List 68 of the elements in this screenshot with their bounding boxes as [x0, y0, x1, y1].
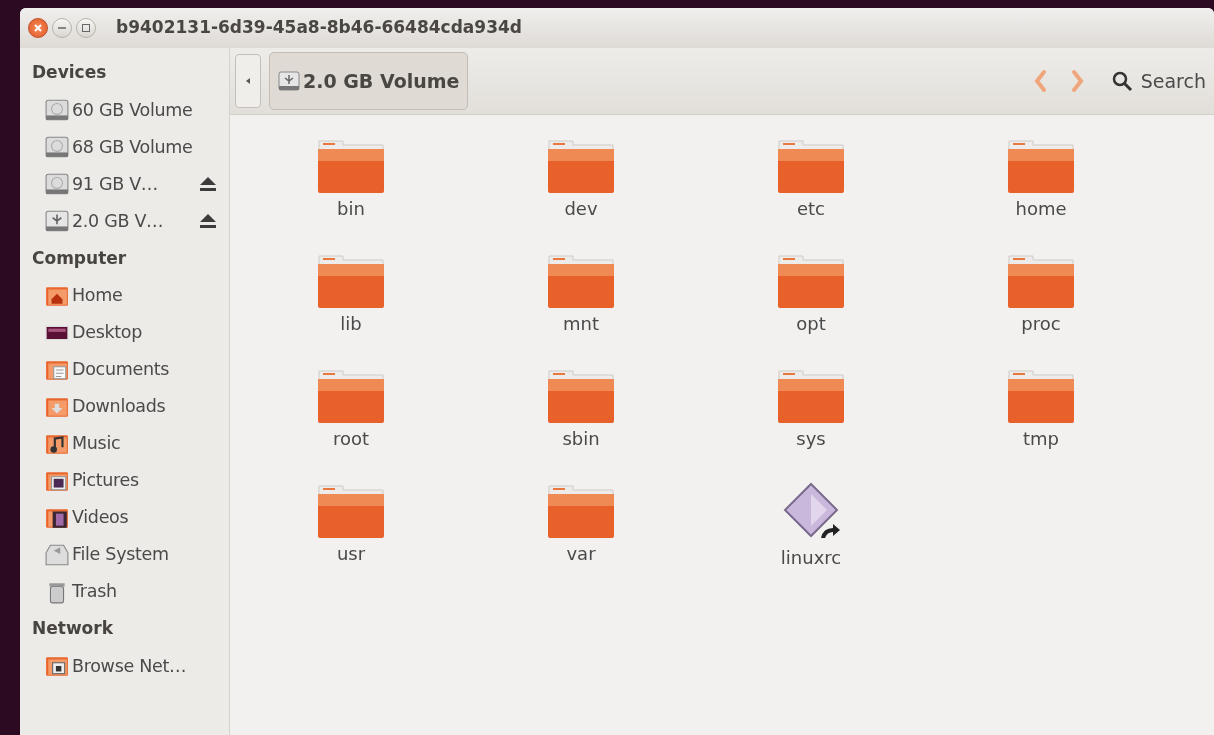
drive-icon [45, 98, 69, 122]
folder-icon[interactable] [547, 252, 615, 308]
file-name[interactable]: lib [340, 310, 362, 337]
folder-icon[interactable] [317, 137, 385, 193]
sidebar-item[interactable]: Music [20, 425, 229, 462]
sidebar-item[interactable]: Documents [20, 351, 229, 388]
sidebar-heading: Network [31, 617, 114, 640]
drive-icon [45, 135, 69, 159]
sidebar-item[interactable]: Trash [20, 573, 229, 610]
file-name[interactable]: linuxrc [780, 544, 842, 571]
path-scroll-button[interactable] [235, 54, 261, 108]
sidebar-item[interactable]: 68 GB Volume [20, 128, 229, 166]
minimize-button[interactable] [52, 18, 72, 38]
file-name[interactable]: mnt [563, 310, 599, 337]
file-name[interactable]: opt [796, 310, 826, 337]
sidebar-item[interactable]: Desktop [20, 314, 229, 351]
folder-icon[interactable] [777, 252, 845, 308]
folder-icon[interactable] [1007, 367, 1075, 423]
path-button[interactable]: 2.0 GB Volume [269, 52, 469, 110]
eject-icon[interactable] [199, 213, 217, 229]
sidebar-heading: Devices [31, 61, 108, 84]
file-name[interactable]: var [566, 540, 596, 567]
sidebar-item[interactable]: Pictures [20, 462, 229, 499]
file-name[interactable]: bin [337, 195, 365, 222]
back-icon [1032, 69, 1047, 94]
sidebar-item[interactable]: Videos [20, 499, 229, 536]
sidebar-item[interactable]: 91 GB V… [20, 165, 229, 203]
sidebar-item[interactable]: Downloads [20, 388, 229, 425]
file-name[interactable]: tmp [1023, 425, 1059, 452]
sidebar-item[interactable]: File System [20, 536, 229, 573]
close-icon [33, 23, 43, 33]
folder-icon[interactable] [1007, 252, 1075, 308]
file-name[interactable]: home [1015, 195, 1067, 222]
maximize-icon [81, 23, 91, 33]
network-icon [45, 654, 69, 678]
file-name[interactable]: sbin [562, 425, 600, 452]
search-icon [1110, 70, 1133, 92]
usb-drive-icon [278, 70, 300, 92]
eject-icon[interactable] [199, 176, 217, 192]
drive-icon [45, 172, 69, 196]
file-name[interactable]: sys [796, 425, 826, 452]
maximize-button[interactable] [76, 18, 96, 38]
forward-icon [1070, 69, 1085, 94]
folder-icon[interactable] [317, 252, 385, 308]
folder-icon[interactable] [777, 137, 845, 193]
search-button[interactable]: Search [1100, 66, 1206, 96]
folder-icon[interactable] [777, 367, 845, 423]
folder-icon[interactable] [317, 482, 385, 538]
folder-icon[interactable] [547, 137, 615, 193]
file-name[interactable]: root [332, 425, 370, 452]
close-button[interactable] [28, 18, 48, 38]
folder-icon[interactable] [1007, 137, 1075, 193]
file-name[interactable]: usr [336, 540, 366, 567]
sidebar-item[interactable]: Browse Net… [20, 647, 229, 685]
sidebar-item[interactable]: 2.0 GB V… [20, 202, 229, 240]
folder-icon[interactable] [317, 367, 385, 423]
sidebar-item[interactable]: Home [20, 277, 229, 314]
folder-icon[interactable] [547, 482, 615, 538]
sidebar-item[interactable]: 60 GB Volume [20, 91, 229, 129]
left-arrow-icon [246, 78, 250, 84]
file-name[interactable]: etc [797, 195, 825, 222]
file-name[interactable]: dev [564, 195, 598, 222]
usb-drive-icon [45, 209, 69, 233]
file-name[interactable]: proc [1021, 310, 1061, 337]
folder-icon[interactable] [547, 367, 615, 423]
sidebar-heading: Computer [31, 246, 128, 270]
window-title: b9402131-6d39-45a8-8b46-66484cda934d [116, 16, 522, 40]
file-system-icon [45, 542, 69, 567]
